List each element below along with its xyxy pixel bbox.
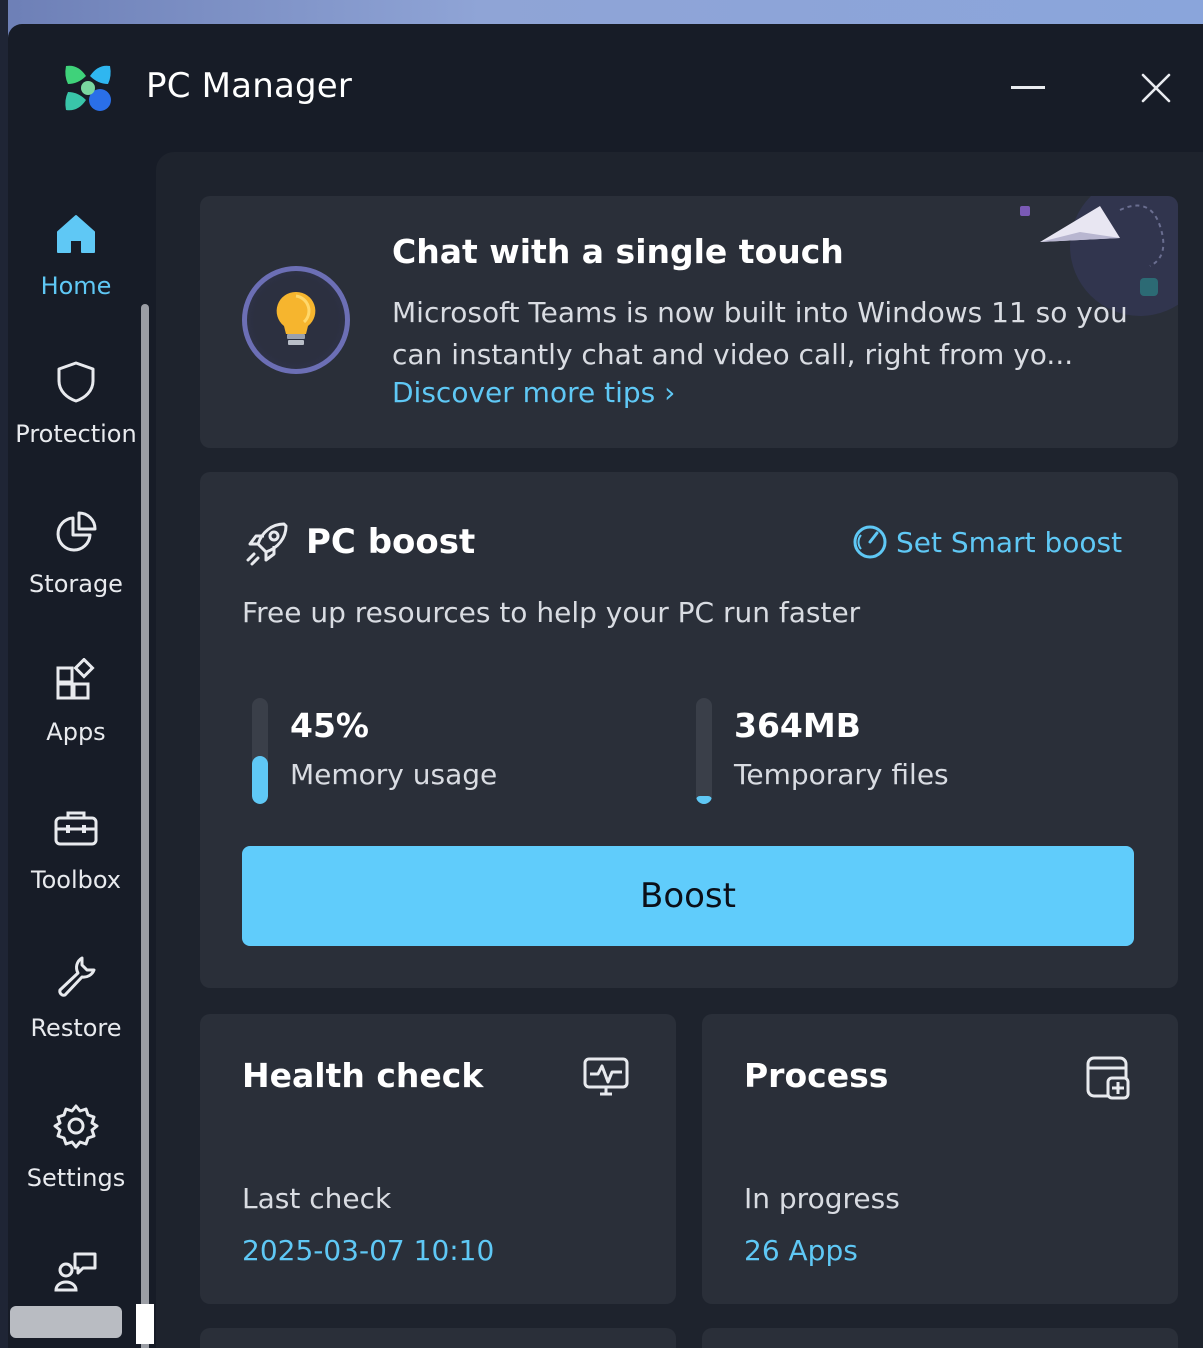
sidebar-item-home[interactable]: Home [8, 194, 144, 324]
temporary-files-label: Temporary files [734, 758, 949, 791]
shield-icon [52, 358, 100, 406]
health-check-card[interactable]: Health check Last check 2025-03-07 10:10 [200, 1014, 676, 1304]
tip-card: Chat with a single touch Microsoft Teams… [200, 196, 1178, 448]
sidebar-item-feedback[interactable] [8, 1232, 144, 1312]
process-status-label: In progress [744, 1182, 900, 1215]
desktop-edge [0, 0, 8, 1348]
health-check-title: Health check [242, 1056, 484, 1095]
temporary-files-value: 364MB [734, 706, 861, 745]
lightbulb-icon [242, 266, 350, 374]
sidebar-item-label: Storage [29, 570, 123, 598]
sidebar-item-settings[interactable]: Settings [8, 1086, 144, 1216]
sidebar-item-protection[interactable]: Protection [8, 342, 144, 472]
next-card-left [200, 1328, 676, 1348]
sidebar: Home Protection Storage Apps Toolbox Res… [8, 174, 149, 1348]
pc-boost-subtitle: Free up resources to help your PC run fa… [242, 596, 861, 629]
monitor-pulse-icon [580, 1052, 632, 1104]
sidebar-item-storage[interactable]: Storage [8, 492, 144, 622]
sidebar-item-restore[interactable]: Restore [8, 936, 144, 1066]
sidebar-item-label: Settings [26, 1164, 126, 1192]
home-content: Chat with a single touch Microsoft Teams… [156, 152, 1203, 1348]
sidebar-scrollbar[interactable] [141, 304, 149, 1348]
last-check-value: 2025-03-07 10:10 [242, 1234, 495, 1267]
apps-grid-icon [52, 656, 100, 704]
process-window-icon [1082, 1052, 1134, 1104]
feedback-icon [52, 1248, 100, 1296]
sidebar-item-label: Restore [30, 1014, 122, 1042]
close-button[interactable] [1126, 58, 1186, 118]
pc-manager-window: PC Manager Home Protection Storage Apps … [8, 24, 1203, 1348]
memory-usage-meter [252, 698, 268, 804]
set-smart-boost-label: Set Smart boost [896, 525, 1123, 559]
pc-boost-card: PC boost Set Smart boost Free up resourc… [200, 472, 1178, 988]
wrench-icon [52, 952, 100, 1000]
next-card-right [702, 1328, 1178, 1348]
toolbox-icon [52, 804, 100, 852]
set-smart-boost-link[interactable]: Set Smart boost [852, 524, 1122, 560]
process-apps-count: 26 Apps [744, 1234, 858, 1267]
process-title: Process [744, 1056, 889, 1095]
tip-title: Chat with a single touch [392, 232, 844, 271]
sidebar-item-toolbox[interactable]: Toolbox [8, 788, 144, 918]
temporary-files-fill [696, 795, 712, 804]
pc-boost-title: PC boost [306, 522, 476, 562]
tip-body: Microsoft Teams is now built into Window… [392, 296, 1128, 371]
app-title: PC Manager [146, 66, 353, 106]
horizontal-scrollbar[interactable] [10, 1306, 122, 1338]
gear-icon [52, 1102, 100, 1150]
rocket-icon [244, 518, 292, 566]
sidebar-item-label: Home [40, 272, 112, 300]
temporary-files-meter [696, 698, 712, 804]
close-icon [1141, 73, 1171, 103]
pc-manager-logo-icon [62, 62, 114, 114]
minimize-icon [1011, 86, 1045, 89]
sidebar-item-label: Protection [15, 420, 137, 448]
home-icon [52, 210, 100, 258]
memory-usage-value: 45% [290, 706, 369, 745]
process-card[interactable]: Process In progress 26 Apps [702, 1014, 1178, 1304]
last-check-label: Last check [242, 1182, 392, 1215]
scrollbar-corner [136, 1304, 154, 1344]
sidebar-item-label: Apps [46, 718, 106, 746]
sidebar-item-label: Toolbox [31, 866, 121, 894]
discover-more-tips-link[interactable]: Discover more tips › [392, 376, 675, 409]
minimize-button[interactable] [998, 58, 1058, 118]
speedometer-icon [853, 525, 887, 559]
memory-usage-fill [252, 756, 268, 804]
sidebar-item-apps[interactable]: Apps [8, 640, 144, 770]
boost-button[interactable]: Boost [242, 846, 1134, 946]
pie-chart-icon [52, 508, 100, 556]
memory-usage-label: Memory usage [290, 758, 498, 791]
title-bar: PC Manager [8, 24, 1203, 152]
